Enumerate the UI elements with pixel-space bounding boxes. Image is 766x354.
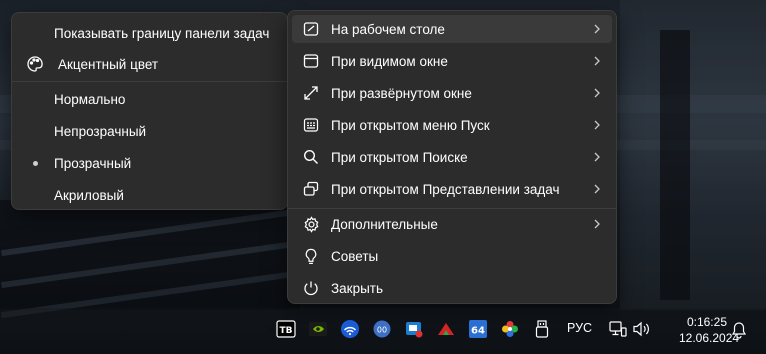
tips-item[interactable]: Советы	[292, 242, 612, 270]
palette-icon	[26, 55, 44, 73]
svg-text:00: 00	[377, 326, 387, 335]
chevron-right-icon	[594, 184, 600, 194]
menu-item-label: При развёрнутом окне	[331, 85, 472, 101]
menu-item-label: При открытом Поиске	[331, 149, 468, 165]
chevron-right-icon	[594, 219, 600, 229]
screen-capture-icon[interactable]	[403, 318, 425, 340]
translucenttb-label: TB	[280, 326, 293, 336]
language-indicator[interactable]: РУС	[567, 321, 592, 335]
accent-color-item[interactable]: Акцентный цвет	[16, 50, 283, 78]
menu-separator	[288, 208, 616, 209]
chevron-right-icon	[594, 56, 600, 66]
close-item[interactable]: Закрыть	[292, 274, 612, 302]
style-transparent-item[interactable]: Прозрачный	[16, 149, 283, 177]
lightbulb-icon	[302, 247, 320, 265]
style-normal-item[interactable]: Нормально	[16, 85, 283, 113]
search-open-item[interactable]: При открытом Поиске	[292, 143, 612, 171]
translucenttb-icon[interactable]: TB	[275, 318, 297, 340]
appearance-context-menu: Показывать границу панели задач Акцентны…	[11, 12, 288, 210]
power-icon	[302, 279, 320, 297]
menu-item-label: При открытом меню Пуск	[331, 117, 490, 133]
usb-icon[interactable]	[531, 318, 553, 340]
menu-separator	[12, 81, 287, 82]
task-view-icon	[302, 180, 320, 198]
style-acrylic-item[interactable]: Акриловый	[16, 181, 283, 209]
menu-item-label: Показывать границу панели задач	[54, 25, 270, 41]
style-opaque-item[interactable]: Непрозрачный	[16, 117, 283, 145]
search-icon	[302, 148, 320, 166]
menu-item-label: При видимом окне	[331, 53, 448, 69]
wifi-app-icon[interactable]	[339, 318, 361, 340]
menu-item-label: Советы	[331, 248, 379, 264]
network-status-icon[interactable]: 00	[371, 318, 393, 340]
chevron-right-icon	[594, 88, 600, 98]
advanced-item[interactable]: Дополнительные	[292, 210, 612, 238]
system-clock[interactable]: 0:16:25 12.06.2024	[679, 314, 740, 346]
start-menu-open-item[interactable]: При открытом меню Пуск	[292, 111, 612, 139]
task-view-open-item[interactable]: При открытом Представлении задач	[292, 175, 612, 203]
start-menu-icon	[302, 116, 320, 134]
menu-item-label: Непрозрачный	[54, 123, 147, 139]
menu-item-label: Нормально	[54, 91, 126, 107]
selected-radio-dot	[33, 161, 38, 166]
aida64-icon[interactable]: 64	[467, 318, 489, 340]
speed-app-icon[interactable]	[435, 318, 457, 340]
menu-item-label: Акцентный цвет	[58, 56, 159, 72]
notification-bell-icon[interactable]	[728, 319, 750, 341]
volume-icon[interactable]	[631, 318, 653, 340]
chevron-right-icon	[594, 152, 600, 162]
visible-window-item[interactable]: При видимом окне	[292, 47, 612, 75]
menu-item-label: Акриловый	[54, 187, 124, 203]
menu-item-label: На рабочем столе	[331, 21, 445, 37]
maximize-icon	[302, 84, 320, 102]
nvidia-icon[interactable]	[307, 318, 329, 340]
menu-item-label: Прозрачный	[54, 155, 132, 171]
network-icon[interactable]	[607, 318, 629, 340]
show-taskbar-border-item[interactable]: Показывать границу панели задач	[16, 19, 283, 47]
clock-time: 0:16:25	[686, 315, 727, 329]
on-desktop-item[interactable]: На рабочем столе	[292, 15, 612, 43]
menu-item-label: Закрыть	[331, 280, 383, 296]
desktop-icon	[302, 20, 320, 38]
menu-item-label: При открытом Представлении задач	[331, 181, 560, 197]
gear-icon	[302, 215, 320, 233]
menu-item-label: Дополнительные	[331, 216, 438, 232]
window-icon	[302, 52, 320, 70]
maximized-window-item[interactable]: При развёрнутом окне	[292, 79, 612, 107]
clock-date: 12.06.2024	[679, 331, 740, 345]
color-app-icon[interactable]	[499, 318, 521, 340]
aida64-label: 64	[471, 326, 485, 337]
chevron-right-icon	[594, 120, 600, 130]
taskbar-states-context-menu: На рабочем столе При видимом окне При ра…	[287, 10, 617, 304]
chevron-right-icon	[594, 24, 600, 34]
